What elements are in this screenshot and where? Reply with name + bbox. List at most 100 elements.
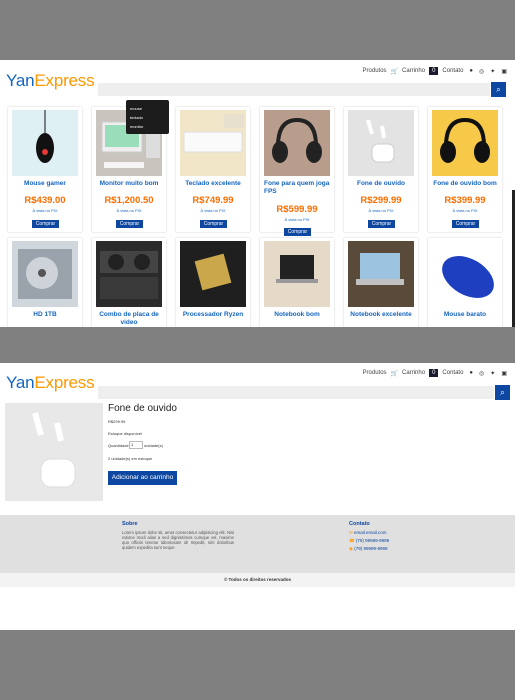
- email-icon: ✉: [349, 530, 353, 535]
- product-card[interactable]: Fone de ouvido R$299.99 À vista no PIX C…: [344, 107, 418, 232]
- twitter-icon[interactable]: ✦: [490, 370, 495, 377]
- whatsapp-icon: ◉: [349, 546, 353, 551]
- pix-note: À vista no PIX: [452, 208, 478, 213]
- product-name[interactable]: Fone de ouvido bom: [430, 180, 500, 188]
- nav-cart[interactable]: Carrinho: [402, 370, 425, 376]
- cart-icon[interactable]: 🛒: [391, 68, 398, 75]
- product-image[interactable]: [348, 110, 414, 176]
- top-nav: Produtos 🛒 Carrinho 0 Contato ● ◎ ✦ ▣: [363, 67, 507, 75]
- nav-contact[interactable]: Contato: [442, 370, 463, 376]
- product-image[interactable]: [432, 241, 498, 307]
- pix-note: À vista no PIX: [284, 217, 310, 222]
- pix-note: À vista no PIX: [368, 208, 394, 213]
- pix-note: À vista no PIX: [32, 208, 58, 213]
- instagram-icon[interactable]: ◎: [479, 370, 484, 377]
- footer-about-text: Lorem ipsum dolor sit, amet consectetur …: [122, 530, 234, 550]
- product-image[interactable]: [348, 241, 414, 307]
- buy-button[interactable]: Comprar: [200, 220, 227, 228]
- product-image[interactable]: [180, 241, 246, 307]
- product-price: R$299.99: [360, 195, 402, 206]
- product-image[interactable]: [12, 110, 78, 176]
- nav-cart[interactable]: Carrinho: [402, 68, 425, 74]
- search-input[interactable]: [98, 83, 490, 96]
- product-name[interactable]: Notebook bom: [262, 311, 332, 319]
- add-to-cart-button[interactable]: Adicionar ao carrinho: [108, 471, 177, 485]
- search-input[interactable]: [98, 386, 494, 399]
- product-title: Fone de ouvido: [108, 403, 177, 414]
- suggestion-item[interactable]: mouse: [126, 104, 169, 113]
- pix-note: À vista no PIX: [116, 208, 142, 213]
- footer-phone[interactable]: ☎ (79) 99999-9999: [349, 538, 389, 544]
- product-price: R$749.99: [192, 195, 234, 206]
- cart-count-badge: 0: [429, 67, 439, 75]
- footer: Sobre Lorem ipsum dolor sit, amet consec…: [0, 515, 515, 573]
- search-icon: ⌕: [500, 387, 505, 397]
- footer-whatsapp[interactable]: ◉ (79) 99999-9999: [349, 546, 387, 552]
- search-icon: ⌕: [496, 84, 501, 94]
- product-name[interactable]: Teclado excelente: [178, 180, 248, 188]
- buy-button[interactable]: Comprar: [452, 220, 479, 228]
- product-card[interactable]: Teclado excelente R$749.99 À vista no PI…: [176, 107, 250, 232]
- instagram-icon[interactable]: ◎: [479, 68, 484, 75]
- footer-email[interactable]: ✉ email.email.com: [349, 530, 387, 536]
- product-image[interactable]: [264, 110, 330, 176]
- product-name[interactable]: Fone para quem joga FPS: [264, 180, 332, 196]
- product-detail-screen: YanExpress Produtos 🛒 Carrinho 0 Contato…: [0, 363, 515, 630]
- footer-contact-title: Contato: [349, 521, 370, 527]
- top-nav: Produtos 🛒 Carrinho 0 Contato ● ◎ ✦ ▣: [363, 369, 507, 377]
- linkedin-icon[interactable]: ▣: [501, 68, 507, 75]
- nav-products[interactable]: Produtos: [363, 68, 387, 74]
- quantity-label: Quantidade: [108, 443, 129, 448]
- twitter-icon[interactable]: ✦: [490, 68, 495, 75]
- buy-button[interactable]: Comprar: [284, 228, 311, 236]
- cart-count-badge: 0: [429, 369, 439, 377]
- cart-icon[interactable]: 🛒: [391, 370, 398, 377]
- product-name[interactable]: Monitor muito bom: [94, 180, 164, 188]
- copyright: © Todos os direitos reservados: [0, 573, 515, 587]
- github-icon[interactable]: ●: [469, 68, 473, 74]
- buy-button[interactable]: Comprar: [32, 220, 59, 228]
- product-card[interactable]: Fone de ouvido bom R$399.99 À vista no P…: [428, 107, 502, 232]
- product-card[interactable]: Notebook bom: [260, 238, 334, 327]
- product-image[interactable]: [432, 110, 498, 176]
- suggestion-item[interactable]: teclado: [126, 113, 169, 122]
- product-price: R$439.00: [24, 195, 66, 206]
- product-name[interactable]: Notebook excelente: [346, 311, 416, 319]
- product-card[interactable]: Fone para quem joga FPS R$599.99 À vista…: [260, 107, 334, 236]
- linkedin-icon[interactable]: ▣: [501, 370, 507, 377]
- product-name[interactable]: HD 1TB: [10, 311, 80, 319]
- product-card[interactable]: Processador Ryzen: [176, 238, 250, 327]
- search-suggestions: mouse teclado monitor: [126, 100, 169, 134]
- product-image[interactable]: [96, 241, 162, 307]
- product-image[interactable]: [264, 241, 330, 307]
- search-button[interactable]: ⌕: [491, 82, 506, 97]
- suggestion-item[interactable]: monitor: [126, 122, 169, 131]
- product-price: R$299.99: [108, 419, 126, 424]
- search-button[interactable]: ⌕: [495, 385, 510, 400]
- buy-button[interactable]: Comprar: [368, 220, 395, 228]
- product-price: R$1,200.50: [104, 195, 154, 206]
- product-card[interactable]: Mouse barato: [428, 238, 502, 327]
- product-card[interactable]: Notebook excelente: [344, 238, 418, 327]
- product-name[interactable]: Mouse barato: [430, 311, 500, 319]
- github-icon[interactable]: ●: [469, 370, 473, 376]
- product-card[interactable]: HD 1TB: [8, 238, 82, 327]
- brand-logo[interactable]: YanExpress: [6, 71, 95, 91]
- product-card[interactable]: Mouse gamer R$439.00 À vista no PIX Comp…: [8, 107, 82, 232]
- buy-button[interactable]: Comprar: [116, 220, 143, 228]
- nav-contact[interactable]: Contato: [442, 68, 463, 74]
- quantity-input[interactable]: 1: [129, 441, 143, 449]
- product-image[interactable]: [180, 110, 246, 176]
- product-name[interactable]: Combo de placa de video: [94, 311, 164, 327]
- nav-products[interactable]: Produtos: [363, 370, 387, 376]
- product-name[interactable]: Mouse gamer: [10, 180, 80, 188]
- brand-logo[interactable]: YanExpress: [6, 373, 95, 393]
- product-card[interactable]: Combo de placa de video: [92, 238, 166, 327]
- stock-count: 2 unidade(s) em estoque: [108, 456, 153, 461]
- product-name[interactable]: Fone de ouvido: [346, 180, 416, 188]
- pix-note: À vista no PIX: [200, 208, 226, 213]
- product-price: R$599.99: [276, 204, 318, 215]
- product-image[interactable]: [12, 241, 78, 307]
- product-name[interactable]: Processador Ryzen: [178, 311, 248, 319]
- quantity-unit: unidade(s): [144, 443, 163, 448]
